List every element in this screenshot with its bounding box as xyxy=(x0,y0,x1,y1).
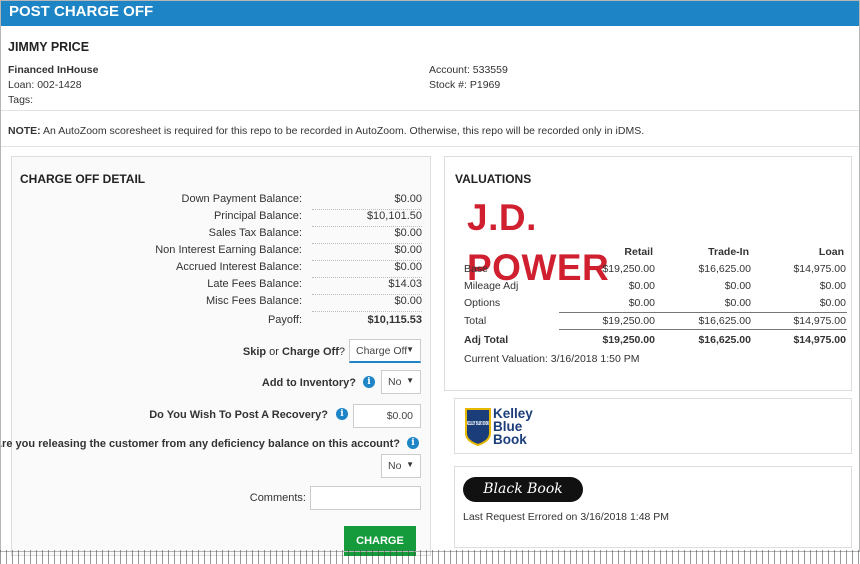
customer-name: JIMMY PRICE xyxy=(8,40,90,54)
divider xyxy=(0,146,860,147)
deficiency-release-select[interactable]: No ▼ xyxy=(381,454,421,478)
window-title: POST CHARGE OFF xyxy=(0,0,860,26)
payoff-row: Payoff: $10,115.53 xyxy=(267,314,422,326)
kbb-shield-icon: KELLEY BLUE BOOK xyxy=(465,408,491,447)
black-book-status: Last Request Errored on 3/16/2018 1:48 P… xyxy=(463,511,670,523)
divider xyxy=(559,312,847,313)
info-icon[interactable]: i xyxy=(407,437,419,449)
black-book-panel: Black Book Last Request Errored on 3/16/… xyxy=(454,466,852,548)
balance-row: Accrued Interest Balance: $0.00 xyxy=(12,261,432,278)
autozoom-note: NOTE: An AutoZoom scoresheet is required… xyxy=(8,125,645,137)
add-to-inventory-label: Add to Inventory? xyxy=(261,377,356,389)
info-icon[interactable]: i xyxy=(336,408,348,420)
balance-row: Late Fees Balance: $14.03 xyxy=(12,278,432,295)
comments-input[interactable] xyxy=(310,486,421,510)
current-valuation: Current Valuation: 3/16/2018 1:50 PM xyxy=(464,353,640,365)
divider xyxy=(559,329,847,330)
info-icon[interactable]: i xyxy=(363,376,375,388)
comments-label: Comments: xyxy=(249,492,306,504)
column-header: Loan xyxy=(818,246,844,258)
post-recovery-label: Do You Wish To Post A Recovery? xyxy=(149,409,328,421)
balance-row: Principal Balance: $10,101.50 xyxy=(12,210,432,227)
balance-row: Down Payment Balance: $0.00 xyxy=(12,193,432,210)
charge-off-detail-panel: CHARGE OFF DETAIL Down Payment Balance: … xyxy=(0,156,432,556)
balance-row: Non Interest Earning Balance: $0.00 xyxy=(12,244,432,261)
torn-edge xyxy=(0,550,860,564)
finance-type: Financed InHouse xyxy=(8,64,99,76)
customer-info-right: Account: 533559 Stock #: P1969 xyxy=(429,63,508,93)
column-header: Retail xyxy=(624,246,653,258)
panel-title: VALUATIONS xyxy=(455,172,532,186)
jd-power-logo: J.D. POWER xyxy=(455,193,669,288)
account-number: Account: 533559 xyxy=(429,64,508,76)
chevron-down-icon: ▼ xyxy=(406,345,414,354)
skip-charge-off-select[interactable]: Charge Off ▼ xyxy=(349,339,421,363)
tags: Tags: xyxy=(8,94,34,106)
add-to-inventory-select[interactable]: No ▼ xyxy=(381,370,421,394)
panel-title: CHARGE OFF DETAIL xyxy=(20,172,146,186)
chevron-down-icon: ▼ xyxy=(406,376,414,385)
kelley-blue-book-panel: KELLEY BLUE BOOK Kelley Blue Book xyxy=(454,398,852,454)
svg-text:KELLEY BLUE BOOK: KELLEY BLUE BOOK xyxy=(467,421,489,427)
valuations-panel: VALUATIONS J.D. POWER Retail Trade-In Lo… xyxy=(444,156,852,391)
recovery-amount-input[interactable]: $0.00 xyxy=(353,404,421,428)
chevron-down-icon: ▼ xyxy=(406,460,414,469)
black-book-logo: Black Book xyxy=(463,477,583,502)
balance-row: Misc Fees Balance: $0.00 xyxy=(12,295,432,312)
loan-number: Loan: 002-1428 xyxy=(8,79,82,91)
deficiency-release-label: Are you releasing the customer from any … xyxy=(0,438,400,450)
divider xyxy=(0,110,860,111)
kbb-logo-text: Kelley Blue Book xyxy=(493,406,533,447)
stock-number: Stock #: P1969 xyxy=(429,79,501,91)
customer-info-left: Financed InHouse Loan: 002-1428 Tags: xyxy=(8,63,98,108)
column-header: Trade-In xyxy=(708,246,749,258)
skip-or-charge-off-label: Skip or Charge Off? xyxy=(242,346,345,358)
balance-row: Sales Tax Balance: $0.00 xyxy=(12,227,432,244)
